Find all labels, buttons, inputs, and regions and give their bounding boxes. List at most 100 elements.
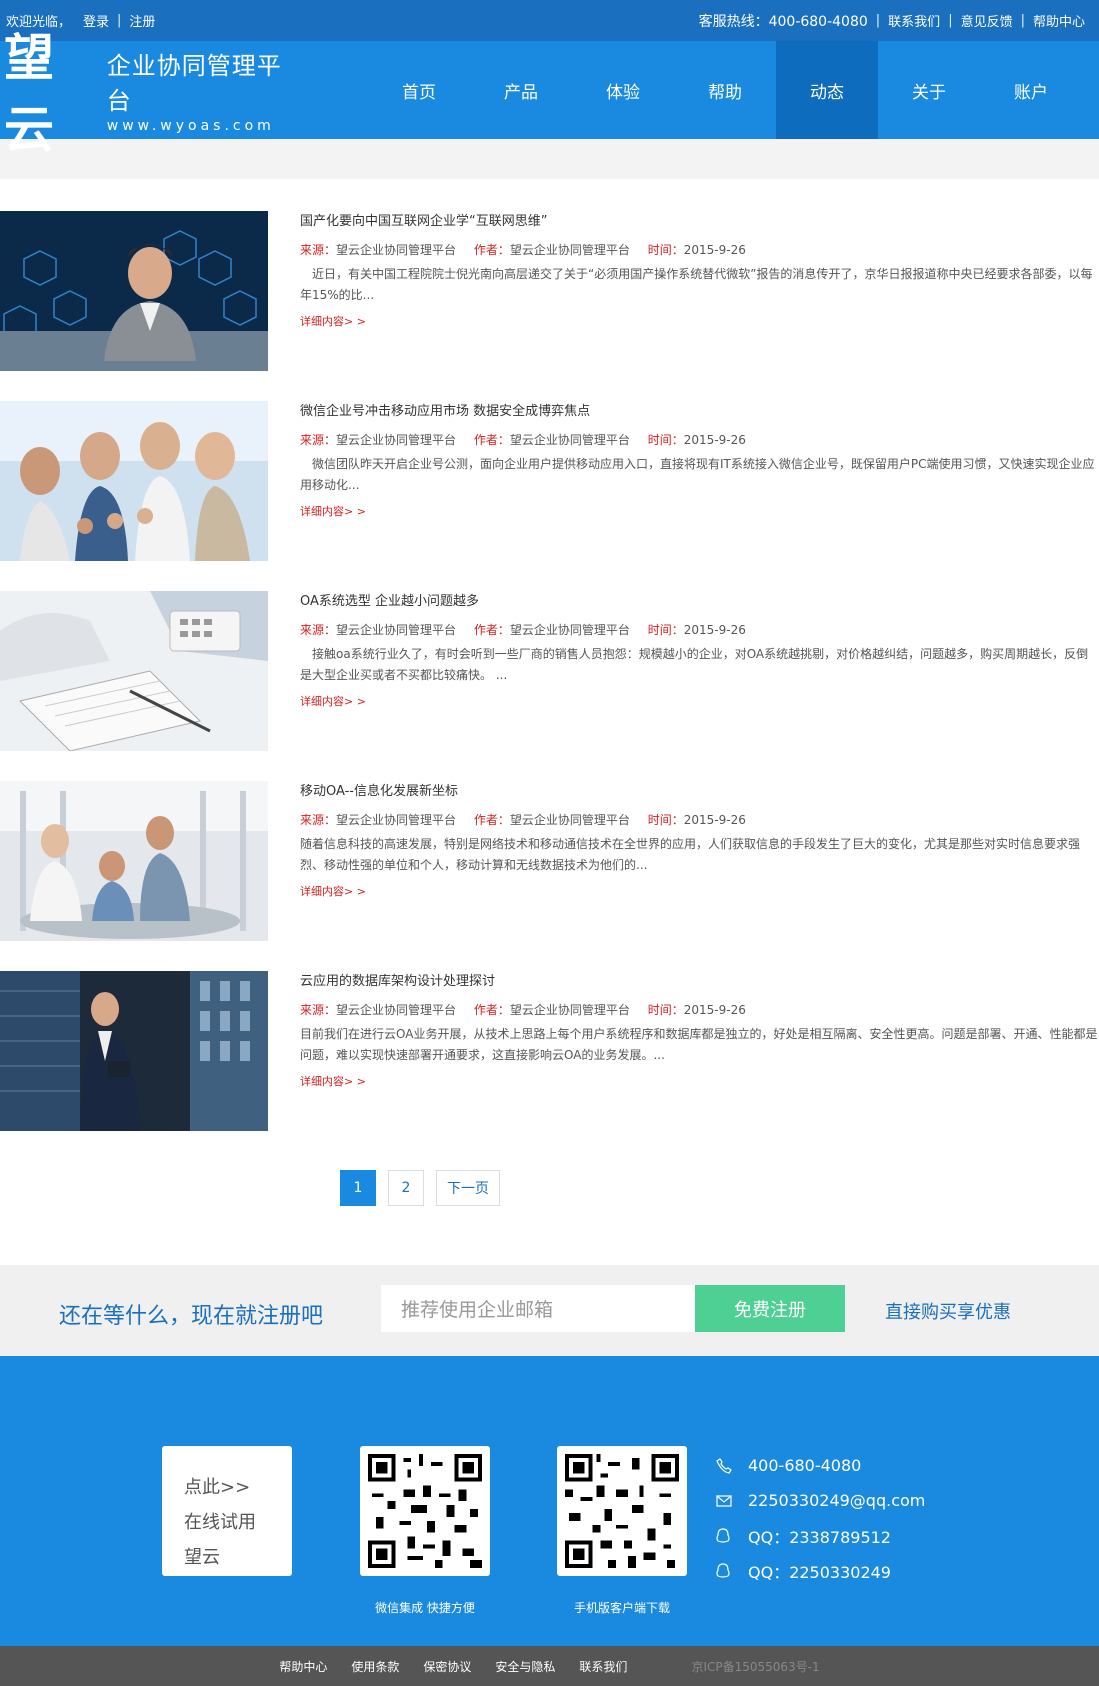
buy-link[interactable]: 直接购买享优惠 <box>885 1298 1011 1324</box>
app-qr-code <box>557 1446 687 1576</box>
author-label: 作者： <box>473 623 510 637</box>
icp-number[interactable]: 京ICP备15055063号-1 <box>679 1658 831 1675</box>
news-summary: 微信团队昨天开启企业号公测，面向企业用户提供移动应用入口，直接将现有IT系统接入… <box>300 457 1095 492</box>
contact-qq-1: QQ：2338789512 <box>716 1518 925 1553</box>
read-more-link[interactable]: 详细内容> > <box>300 693 1099 709</box>
time-value: 2015-9-26 <box>683 243 746 257</box>
time-label: 时间： <box>647 243 684 257</box>
read-more-link[interactable]: 详细内容> > <box>300 1073 1099 1089</box>
news-meta: 来源：望云企业协同管理平台 作者：望云企业协同管理平台 时间：2015-9-26 <box>300 621 1099 639</box>
news-summary: 随着信息科技的高速发展，特别是网络技术和移动通信技术在全世界的应用，人们获取信息… <box>300 837 1081 872</box>
nav-item-about[interactable]: 关于 <box>878 41 980 139</box>
phone-number: 400-680-4080 <box>748 1456 862 1475</box>
trial-line-1: 点此>> <box>184 1477 251 1498</box>
hotline: 客服热线：400-680-4080 <box>693 11 874 31</box>
news-summary: 目前我们在进行云OA业务开展，从技术上思路上每个用户系统程序和数据库都是独立的，… <box>300 1027 1098 1062</box>
bottom-link-terms[interactable]: 使用条款 <box>339 1658 411 1675</box>
feedback-link[interactable]: 意见反馈 <box>955 11 1019 30</box>
news-item: OA系统选型 企业越小问题越多 来源：望云企业协同管理平台 作者：望云企业协同管… <box>0 591 1099 781</box>
time-label: 时间： <box>647 433 684 447</box>
nav-item-products[interactable]: 产品 <box>470 41 572 139</box>
read-more-link[interactable]: 详细内容> > <box>300 503 1099 519</box>
trial-line-2: 在线试用 <box>184 1512 256 1533</box>
source-label: 来源： <box>300 623 337 637</box>
author-label: 作者： <box>473 243 510 257</box>
bottom-link-contact[interactable]: 联系我们 <box>567 1658 639 1675</box>
wechat-qr-code <box>360 1446 490 1576</box>
news-item: 云应用的数据库架构设计处理探讨 来源：望云企业协同管理平台 作者：望云企业协同管… <box>0 971 1099 1161</box>
header: 望云 企业协同管理平台 www.wyoas.com 首页 产品 体验 帮助 动态… <box>0 28 1099 159</box>
wechat-qr-caption: 微信集成 快捷方便 <box>375 1601 475 1615</box>
nav-item-account[interactable]: 账户 <box>980 41 1082 139</box>
time-value: 2015-9-26 <box>683 433 746 447</box>
news-title[interactable]: 移动OA--信息化发展新坐标 <box>300 781 1099 803</box>
source-value: 望云企业协同管理平台 <box>336 813 457 827</box>
news-thumbnail[interactable] <box>0 401 268 561</box>
phone-icon <box>716 1457 748 1474</box>
bottom-bar: 帮助中心 使用条款 保密协议 安全与隐私 联系我们 京ICP备15055063号… <box>0 1646 1099 1686</box>
news-thumbnail[interactable] <box>0 591 268 751</box>
brand-name: 企业协同管理平台 <box>106 52 282 115</box>
qq-number-1[interactable]: QQ：2338789512 <box>748 1524 891 1548</box>
news-body: 国产化要向中国互联网企业学“互联网思维” 来源：望云企业协同管理平台 作者：望云… <box>300 211 1099 329</box>
hotline-label: 客服热线： <box>698 13 769 30</box>
help-link[interactable]: 帮助中心 <box>1027 11 1091 30</box>
news-title[interactable]: 微信企业号冲击移动应用市场 数据安全成博弈焦点 <box>300 401 1099 423</box>
time-value: 2015-9-26 <box>683 1003 746 1017</box>
next-page-button[interactable]: 下一页 <box>436 1170 500 1206</box>
author-label: 作者： <box>473 1003 510 1017</box>
bottom-link-confidentiality[interactable]: 保密协议 <box>411 1658 483 1675</box>
qq-icon <box>716 1562 748 1579</box>
author-label: 作者： <box>473 813 510 827</box>
online-trial-card[interactable]: 点此>> 在线试用 望云 <box>162 1446 292 1576</box>
free-register-button[interactable]: 免费注册 <box>695 1285 845 1332</box>
author-value: 望云企业协同管理平台 <box>509 1003 630 1017</box>
separator: | <box>117 13 122 28</box>
register-link[interactable]: 注册 <box>123 11 161 30</box>
signup-strip: 还在等什么，现在就注册吧 推荐使用企业邮箱 免费注册 直接购买享优惠 <box>0 1265 1099 1356</box>
time-label: 时间： <box>647 623 684 637</box>
read-more-link[interactable]: 详细内容> > <box>300 313 1099 329</box>
source-value: 望云企业协同管理平台 <box>336 1003 457 1017</box>
separator: | <box>948 13 953 28</box>
time-label: 时间： <box>647 813 684 827</box>
page-1-button[interactable]: 1 <box>340 1170 376 1206</box>
news-title[interactable]: OA系统选型 企业越小问题越多 <box>300 591 1099 613</box>
news-meta: 来源：望云企业协同管理平台 作者：望云企业协同管理平台 时间：2015-9-26 <box>300 431 1099 449</box>
page-2-button[interactable]: 2 <box>388 1170 424 1206</box>
logo[interactable]: 望云 企业协同管理平台 www.wyoas.com <box>0 28 300 159</box>
brand-url: www.wyoas.com <box>106 118 275 134</box>
grey-band <box>0 139 1099 179</box>
contact-link[interactable]: 联系我们 <box>882 11 946 30</box>
nav-item-home[interactable]: 首页 <box>368 41 470 139</box>
news-meta: 来源：望云企业协同管理平台 作者：望云企业协同管理平台 时间：2015-9-26 <box>300 1001 1099 1019</box>
qq-number-2[interactable]: QQ：2250330249 <box>748 1559 891 1583</box>
news-summary: 接触oa系统行业久了，有时会听到一些厂商的销售人员抱怨：规模越小的企业，对OA系… <box>300 647 1089 682</box>
bottom-link-help[interactable]: 帮助中心 <box>267 1658 339 1675</box>
email-address[interactable]: 2250330249@qq.com <box>748 1491 925 1510</box>
news-thumbnail[interactable] <box>0 781 268 941</box>
bottom-link-privacy[interactable]: 安全与隐私 <box>483 1658 567 1675</box>
news-thumbnail[interactable] <box>0 971 268 1131</box>
author-label: 作者： <box>473 433 510 447</box>
news-list: 国产化要向中国互联网企业学“互联网思维” 来源：望云企业协同管理平台 作者：望云… <box>0 179 1099 1161</box>
hotline-number: 400-680-4080 <box>768 13 868 30</box>
email-input[interactable]: 推荐使用企业邮箱 <box>381 1285 695 1332</box>
nav-item-news[interactable]: 动态 <box>776 41 878 139</box>
author-value: 望云企业协同管理平台 <box>509 243 630 257</box>
signup-slogan: 还在等什么，现在就注册吧 <box>59 1304 324 1329</box>
separator: | <box>875 13 881 28</box>
nav-item-help[interactable]: 帮助 <box>674 41 776 139</box>
author-value: 望云企业协同管理平台 <box>509 623 630 637</box>
news-title[interactable]: 国产化要向中国互联网企业学“互联网思维” <box>300 211 1099 233</box>
news-summary: 近日，有关中国工程院院士倪光南向高层递交了关于“必须用国产操作系统替代微软”报告… <box>300 267 1093 302</box>
time-value: 2015-9-26 <box>683 623 746 637</box>
top-bar-right: 客服热线：400-680-4080 | 联系我们 | 意见反馈 | 帮助中心 <box>693 11 1091 31</box>
news-title[interactable]: 云应用的数据库架构设计处理探讨 <box>300 971 1099 993</box>
news-item: 国产化要向中国互联网企业学“互联网思维” 来源：望云企业协同管理平台 作者：望云… <box>0 211 1099 401</box>
nav-item-trial[interactable]: 体验 <box>572 41 674 139</box>
read-more-link[interactable]: 详细内容> > <box>300 883 1099 899</box>
news-meta: 来源：望云企业协同管理平台 作者：望云企业协同管理平台 时间：2015-9-26 <box>300 241 1099 259</box>
news-thumbnail[interactable] <box>0 211 268 371</box>
source-label: 来源： <box>300 433 337 447</box>
